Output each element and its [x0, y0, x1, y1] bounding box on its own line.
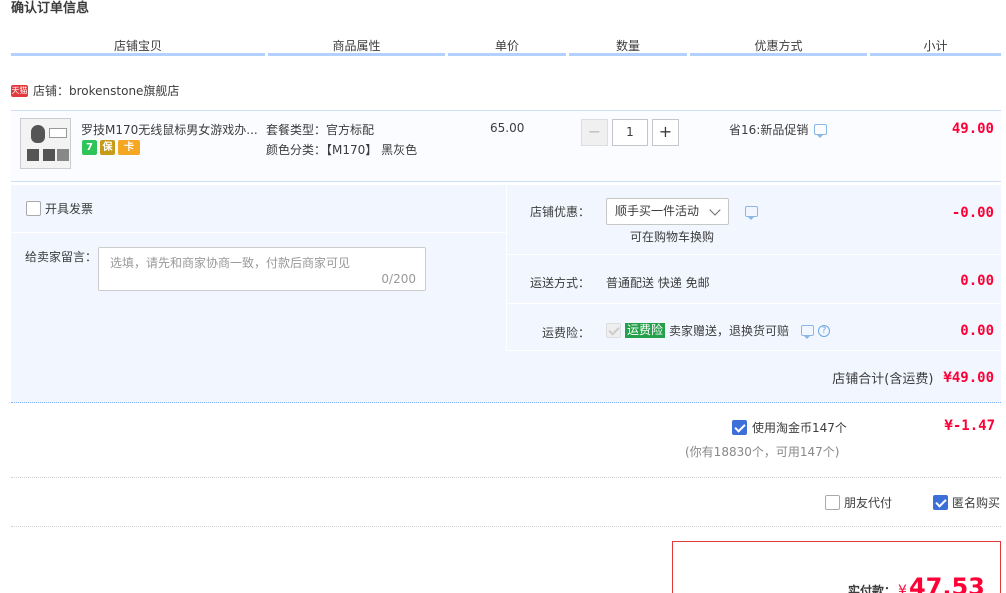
payment-amount: 47.53	[908, 573, 985, 593]
column-header-unit-price: 单价	[448, 36, 566, 56]
shop-discount-amount: -0.00	[951, 205, 994, 221]
promotion-info: 省16:新品促销	[729, 121, 828, 138]
insurance-label: 运费险：	[542, 326, 591, 340]
insurance-text: 卖家赠送，退换货可赔	[669, 324, 790, 338]
quantity-increase-button[interactable]: +	[652, 119, 679, 146]
seven-day-return-icon[interactable]: 7	[82, 140, 97, 155]
shipping-row: 运送方式： 普通配送 快递 免邮 0.00	[507, 256, 1001, 304]
insurance-badge: 运费险	[625, 323, 666, 338]
help-icon[interactable]: ?	[818, 324, 831, 337]
insurance-checkbox	[606, 323, 621, 338]
shop-discount-hint: 可在购物车换购	[630, 230, 715, 244]
mouse-thumb-icon	[57, 149, 69, 161]
color-value: 【M170】 黑灰色	[326, 143, 418, 157]
package-card-icon	[49, 128, 67, 138]
divider	[11, 477, 1001, 478]
page-title: 确认订单信息	[11, 1, 90, 16]
insurance-amount: 0.00	[960, 323, 994, 339]
column-header-attributes: 商品属性	[268, 36, 445, 56]
quantity-input[interactable]: 1	[612, 119, 648, 146]
shop-discount-label: 店铺优惠：	[530, 205, 591, 219]
credit-card-icon[interactable]: 卡	[118, 140, 140, 155]
payment-summary: 实付款： ¥ 47.53	[672, 541, 1001, 593]
coins-label: 使用淘金币147个	[752, 421, 847, 435]
shipping-method: 普通配送 快递 免邮	[606, 276, 710, 290]
package-value: 官方标配	[326, 123, 375, 137]
insurance-row: 运费险： 运费险 卖家赠送，退换货可赔 ? 0.00	[507, 305, 1001, 351]
invoice-label: 开具发票	[45, 202, 94, 216]
column-header-subtotal: 小计	[870, 36, 1001, 56]
mouse-thumb-icon	[43, 149, 55, 161]
column-header-quantity: 数量	[569, 36, 687, 56]
column-header-shop-item: 店铺宝贝	[11, 36, 265, 56]
coins-checkbox[interactable]	[732, 420, 747, 435]
divider	[11, 232, 506, 233]
quantity-decrease-button[interactable]: −	[581, 119, 608, 146]
comment-icon[interactable]	[745, 206, 758, 220]
chevron-down-icon	[709, 204, 721, 216]
order-item-row: 罗技M170无线鼠标男女游戏办... 7 保 卡 套餐类型：官方标配 颜色分类：…	[11, 110, 1001, 182]
anonymous-label: 匿名购买	[952, 496, 1001, 510]
item-subtotal: 49.00	[951, 121, 994, 137]
tmall-icon: 天猫	[11, 84, 28, 97]
shop-total-row: 店铺合计(含运费) ¥49.00	[832, 368, 994, 388]
friend-pay-checkbox[interactable]	[825, 495, 840, 510]
quantity-stepper: − 1 +	[581, 119, 679, 146]
shop-discount-selected: 顺手买一件活动	[615, 204, 700, 218]
payment-line: 实付款： ¥ 47.53	[848, 573, 985, 593]
shop-discount-row: 店铺优惠： 顺手买一件活动 可在购物车换购 -0.00	[507, 185, 1001, 255]
anonymous-checkbox[interactable]	[933, 495, 948, 510]
payment-currency: ¥	[898, 583, 907, 593]
friend-pay-option[interactable]: 朋友代付	[825, 494, 892, 511]
guarantee-icon[interactable]: 保	[100, 140, 115, 155]
memo-char-count: 0/200	[381, 272, 416, 286]
buyer-options: 开具发票 给卖家留言： 选填，请先和商家协商一致，付款后商家可见 0/200	[11, 185, 506, 351]
memo-label: 给卖家留言：	[25, 250, 98, 264]
package-label: 套餐类型：	[266, 123, 327, 137]
shop-total-label: 店铺合计(含运费)	[832, 372, 934, 387]
color-label: 颜色分类：	[266, 143, 327, 157]
insurance-option: 运费险 卖家赠送，退换货可赔 ?	[606, 322, 831, 339]
product-title-link[interactable]: 罗技M170无线鼠标男女游戏办...	[81, 121, 258, 138]
coins-amount: ¥-1.47	[944, 418, 995, 434]
coins-availability: (你有18830个，可用147个)	[685, 445, 840, 459]
column-header-discount: 优惠方式	[690, 36, 867, 56]
coins-option[interactable]: 使用淘金币147个	[732, 419, 847, 436]
mouse-image-icon	[31, 125, 45, 143]
shop-discount-select[interactable]: 顺手买一件活动	[606, 198, 729, 225]
service-tags: 7 保 卡	[82, 140, 140, 155]
invoice-checkbox[interactable]	[26, 201, 41, 216]
comment-icon[interactable]	[814, 124, 828, 138]
memo-placeholder: 选填，请先和商家协商一致，付款后商家可见	[110, 256, 351, 270]
invoice-option[interactable]: 开具发票	[26, 200, 93, 217]
mouse-thumb-icon	[27, 149, 39, 161]
shop-name-link[interactable]: 店铺：brokenstone旗舰店	[33, 82, 179, 99]
shipping-amount: 0.00	[960, 273, 994, 289]
order-options-panel: 开具发票 给卖家留言： 选填，请先和商家协商一致，付款后商家可见 0/200 店…	[11, 185, 1001, 403]
anonymous-option[interactable]: 匿名购买	[933, 494, 1000, 511]
friend-pay-label: 朋友代付	[844, 496, 893, 510]
product-thumbnail[interactable]	[20, 118, 71, 169]
shop-row: 天猫 店铺：brokenstone旗舰店	[11, 82, 179, 99]
shipping-label: 运送方式：	[530, 276, 591, 290]
color-attribute: 颜色分类：【M170】 黑灰色	[266, 141, 417, 158]
comment-icon[interactable]	[801, 325, 815, 339]
shop-total-amount: ¥49.00	[943, 369, 994, 386]
divider	[11, 526, 1001, 527]
package-attribute: 套餐类型：官方标配	[266, 121, 374, 138]
unit-price: 65.00	[490, 121, 525, 135]
payment-label: 实付款：	[848, 584, 897, 593]
promotion-text: 省16:新品促销	[729, 123, 809, 137]
memo-textarea[interactable]: 选填，请先和商家协商一致，付款后商家可见 0/200	[98, 247, 426, 291]
